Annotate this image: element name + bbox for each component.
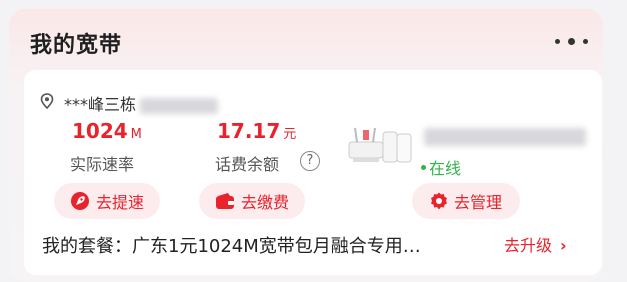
balance-label: 话费余额 <box>215 155 280 174</box>
plan-value: 广东1元1024M宽带包月融合专用… <box>132 236 421 257</box>
speed-value: 1024 M <box>72 119 142 143</box>
pay-bill-button[interactable]: 去缴费 <box>199 183 305 219</box>
router-device-icon <box>348 127 412 163</box>
speed-label: 实际速率 <box>70 155 135 174</box>
address-redacted <box>140 97 219 114</box>
wallet-icon <box>215 193 234 209</box>
speed-up-button[interactable]: 去提速 <box>54 183 160 219</box>
help-icon[interactable]: ? <box>300 151 320 171</box>
location-pin-icon <box>40 93 54 109</box>
gear-icon <box>430 192 447 210</box>
chevron-right-icon: › <box>560 236 567 255</box>
page-title: 我的宽带 <box>30 33 123 58</box>
plan-info: 我的套餐：广东1元1024M宽带包月融合专用… <box>42 232 421 258</box>
plan-label: 我的套餐： <box>42 236 132 257</box>
manage-button[interactable]: 去管理 <box>412 183 520 219</box>
balance-value: 17.17 元 <box>217 119 297 143</box>
address-text: ***峰三栋 <box>64 91 219 115</box>
rocket-icon <box>70 192 89 210</box>
upgrade-link[interactable]: 去升级 › <box>504 232 567 256</box>
online-status: 在线 <box>421 155 461 179</box>
more-options-icon[interactable] <box>553 37 593 47</box>
device-id-redacted <box>424 128 586 146</box>
